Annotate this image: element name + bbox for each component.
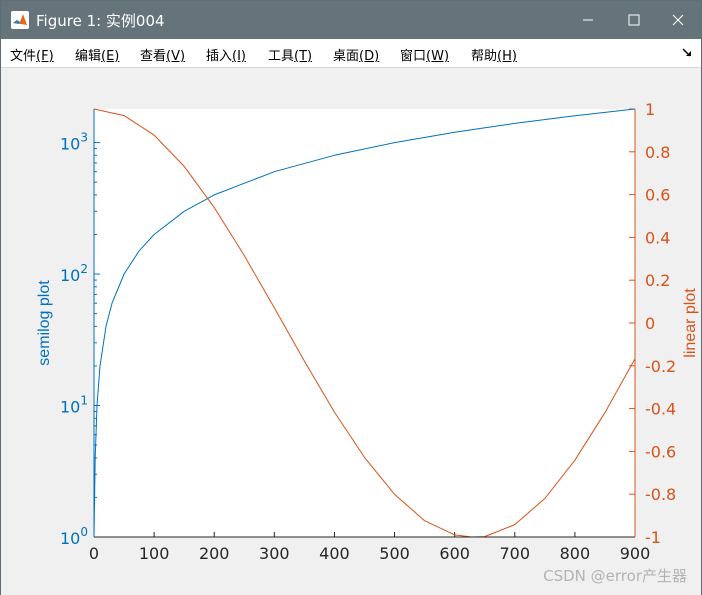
menu-help[interactable]: 帮助(H) (471, 45, 517, 64)
menu-tools-accel: (T) (294, 49, 313, 64)
title-bar[interactable]: Figure 1: 实例004 (1, 1, 701, 39)
right-tick-label: 0.2 (645, 271, 670, 290)
left-tick-label: 100 (60, 525, 88, 548)
menu-insert-accel: (I) (232, 49, 246, 64)
matlab-logo-icon (11, 11, 29, 29)
figure-window: Figure 1: 实例004 文件(F) 编辑(E) 查看(V) 插入(I) … (0, 0, 702, 595)
right-axis-title: linear plot (682, 288, 699, 358)
x-tick-label: 600 (439, 544, 470, 563)
menu-desktop-label: 桌面 (333, 49, 360, 64)
x-tick-label: 200 (199, 544, 230, 563)
menu-file-label: 文件 (10, 49, 37, 64)
left-tick-exponent: 3 (80, 131, 88, 145)
menu-desktop[interactable]: 桌面(D) (333, 45, 379, 64)
left-tick-exponent: 2 (80, 262, 88, 276)
right-tick-label: -0.6 (645, 442, 676, 461)
menu-view-accel: (V) (166, 49, 186, 64)
x-tick-label: 400 (319, 544, 350, 563)
menu-view[interactable]: 查看(V) (140, 45, 185, 64)
left-tick-label: 102 (60, 262, 88, 285)
menu-help-label: 帮助 (471, 49, 498, 64)
dock-arrow-icon[interactable] (681, 47, 695, 59)
window-title: Figure 1: 实例004 (36, 12, 165, 30)
menu-help-accel: (H) (497, 49, 517, 64)
x-tick-label: 0 (89, 544, 99, 563)
menu-file[interactable]: 文件(F) (10, 45, 54, 64)
left-tick-label: 101 (60, 394, 88, 417)
x-tick-label: 800 (560, 544, 591, 563)
minimize-icon (583, 19, 593, 21)
right-tick-label: -0.8 (645, 485, 676, 504)
maximize-icon (628, 14, 640, 26)
left-tick-base: 10 (60, 398, 80, 417)
menu-edit-accel: (E) (101, 49, 120, 64)
watermark: CSDN @error产生器 (543, 567, 687, 585)
yyaxis-chart: 100101102103 10.80.60.40.20-0.2-0.4-0.6-… (36, 100, 699, 563)
menu-insert[interactable]: 插入(I) (206, 45, 246, 64)
menu-bar: 文件(F) 编辑(E) 查看(V) 插入(I) 工具(T) 桌面(D) 窗口(W… (1, 39, 701, 68)
right-tick-label: 1 (645, 100, 655, 119)
axes-background (94, 109, 635, 537)
left-tick-base: 10 (60, 266, 80, 285)
menu-window-label: 窗口 (400, 49, 427, 64)
right-tick-label: -0.4 (645, 400, 676, 419)
menu-file-accel: (F) (36, 49, 54, 64)
x-tick-label: 100 (139, 544, 170, 563)
left-tick-exponent: 0 (80, 525, 88, 539)
x-tick-label: 500 (379, 544, 410, 563)
menu-tools-label: 工具 (268, 49, 295, 64)
menu-window[interactable]: 窗口(W) (400, 45, 449, 64)
close-icon (672, 14, 684, 26)
left-axis-title: semilog plot (36, 280, 53, 366)
left-tick-label: 103 (60, 131, 88, 154)
right-tick-label: 0 (645, 314, 655, 333)
menu-insert-label: 插入 (206, 49, 233, 64)
right-tick-label: 0.6 (645, 186, 670, 205)
x-tick-label: 300 (259, 544, 290, 563)
menu-tools[interactable]: 工具(T) (268, 45, 312, 64)
left-tick-base: 10 (60, 135, 80, 154)
left-tick-base: 10 (60, 529, 80, 548)
menu-window-accel: (W) (426, 49, 450, 64)
menu-edit[interactable]: 编辑(E) (75, 45, 119, 64)
menu-desktop-accel: (D) (359, 49, 380, 64)
left-tick-exponent: 1 (80, 394, 88, 408)
maximize-button[interactable] (611, 1, 657, 39)
right-tick-label: -0.2 (645, 357, 676, 376)
menu-edit-label: 编辑 (75, 49, 102, 64)
x-tick-label: 700 (500, 544, 531, 563)
menu-view-label: 查看 (140, 49, 167, 64)
right-tick-label: 0.4 (645, 228, 670, 247)
minimize-button[interactable] (565, 1, 611, 39)
right-tick-label: 0.8 (645, 143, 670, 162)
close-button[interactable] (655, 1, 701, 39)
x-tick-label: 900 (620, 544, 651, 563)
